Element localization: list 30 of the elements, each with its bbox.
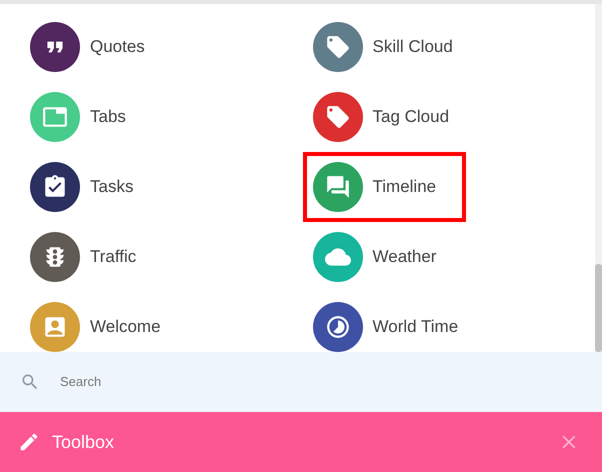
widget-item[interactable]: Traffic	[30, 232, 140, 282]
search-bar[interactable]: Search	[0, 352, 602, 412]
widget-item[interactable]: World Time	[312, 302, 462, 352]
tag-icon	[324, 104, 350, 130]
widget-item[interactable]: Timeline	[302, 152, 466, 222]
widget-label: Welcome	[90, 316, 161, 338]
widget-label: World Time	[372, 316, 458, 338]
widget-label: Quotes	[90, 36, 145, 58]
widget-item[interactable]: Skill Cloud	[312, 22, 457, 72]
widget-item[interactable]: Quotes	[30, 22, 149, 72]
tag-icon	[324, 34, 350, 60]
widget-label: Traffic	[90, 246, 136, 268]
widget-item[interactable]: Tabs	[30, 92, 130, 142]
scrollbar[interactable]	[595, 4, 602, 352]
pencil-icon	[18, 431, 40, 453]
widget-label: Timeline	[372, 176, 436, 198]
widget-label: Tag Cloud	[372, 106, 450, 128]
search-field[interactable]: Search	[60, 372, 602, 392]
widget-item[interactable]: Weather	[312, 232, 440, 282]
widget-label: Tasks	[90, 176, 134, 198]
widget-item[interactable]: Tasks	[30, 162, 138, 212]
widget-item[interactable]: Welcome	[30, 302, 165, 352]
widget-label: Tabs	[90, 106, 126, 128]
search-icon	[20, 372, 40, 392]
widget-label: Weather	[372, 246, 436, 268]
clock-icon	[324, 314, 350, 340]
chat-bubbles-icon	[324, 174, 350, 200]
toolbox-title: Toolbox	[52, 430, 116, 454]
widget-item[interactable]: Tag Cloud	[312, 92, 454, 142]
widget-label: Skill Cloud	[372, 36, 453, 58]
